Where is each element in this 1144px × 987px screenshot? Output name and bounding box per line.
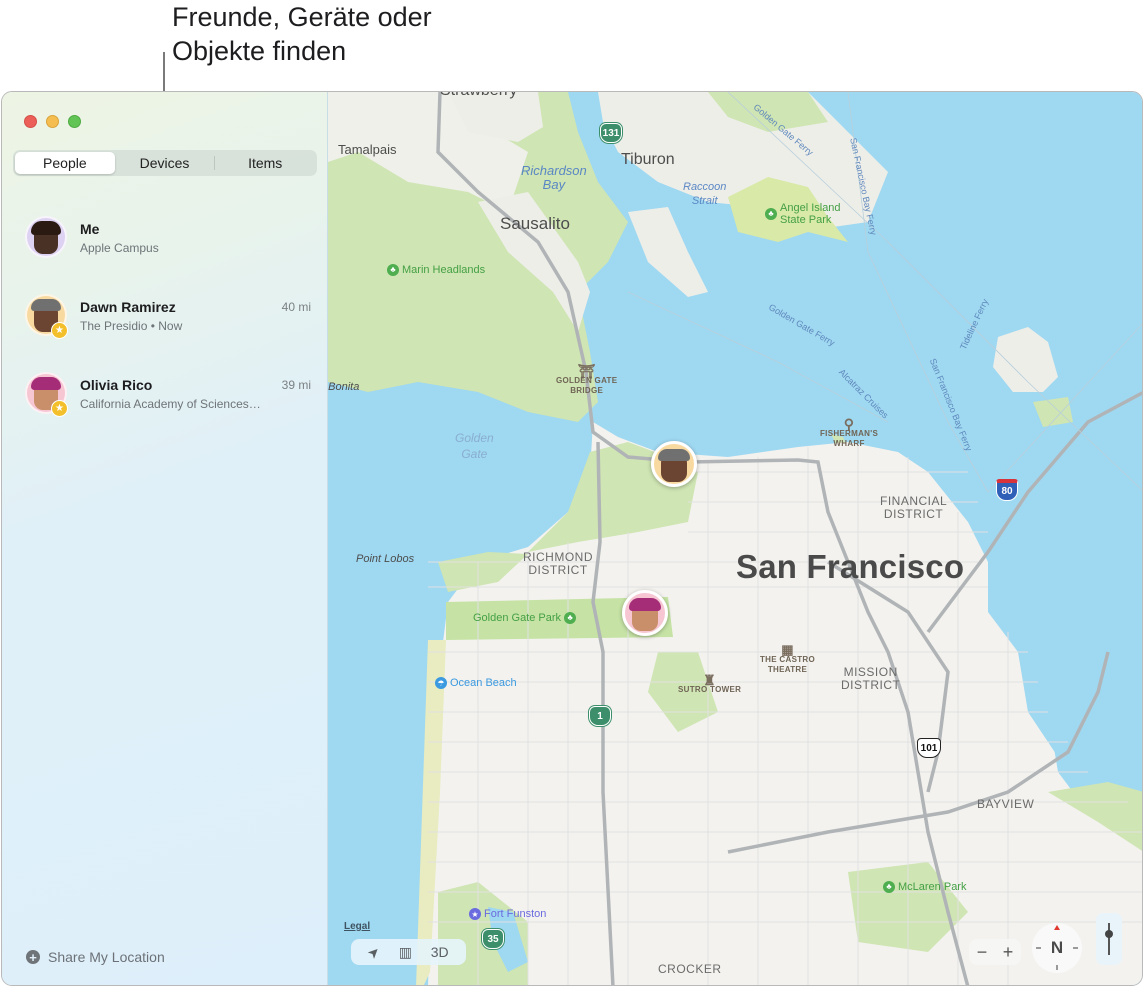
theatre-icon: ▦ xyxy=(781,642,794,657)
tab-items[interactable]: Items xyxy=(215,152,315,174)
map-label-sausalito: Sausalito xyxy=(500,214,570,233)
compass-north-label: N xyxy=(1050,938,1064,957)
compass-button[interactable]: N xyxy=(1032,923,1082,973)
3d-button[interactable]: 3D xyxy=(431,944,449,960)
map-label-tamalpais: Tamalpais xyxy=(338,142,397,157)
close-window-button[interactable] xyxy=(24,115,37,128)
compass-tick xyxy=(1073,947,1078,949)
map-label-mclaren-park: ♣ McLaren Park xyxy=(883,881,966,893)
bridge-icon: ⛩ xyxy=(577,363,596,379)
map-label-point-lobos: Point Lobos xyxy=(356,553,415,565)
person-location: Apple Campus xyxy=(80,241,159,255)
tower-icon: ♜ xyxy=(703,672,716,688)
map-pin-dawn-ramirez[interactable] xyxy=(651,441,697,487)
map-pin-olivia-rico[interactable] xyxy=(622,590,668,636)
person-row-me[interactable]: Me Apple Campus xyxy=(2,204,328,282)
person-distance: 39 mi xyxy=(281,378,311,392)
map-label-fishermans-wharf: ⚲ FISHERMAN'S WHARF xyxy=(820,416,879,448)
map-label-fort-funston: ★ Fort Funston xyxy=(469,908,546,920)
minimize-window-button[interactable] xyxy=(46,115,59,128)
treasure-island xyxy=(993,327,1058,392)
map-label-richardson-bay: Richardson Bay xyxy=(521,163,587,192)
zoom-out-button[interactable]: − xyxy=(977,942,988,963)
map-label-bayview: BAYVIEW xyxy=(977,797,1035,811)
sf-land xyxy=(428,422,1142,985)
map-label-golden-gate-park: Golden Gate Park ♣ xyxy=(473,612,577,624)
compass-tick xyxy=(1036,947,1041,949)
map-label-tiburon: Tiburon xyxy=(621,151,675,168)
memoji-me-avatar xyxy=(25,216,67,258)
us-route-shield-101: 101 xyxy=(917,738,941,758)
favorite-star-icon: ★ xyxy=(51,400,68,417)
tab-devices[interactable]: Devices xyxy=(115,152,215,174)
share-my-location-button[interactable]: + Share My Location xyxy=(26,949,165,965)
map-base-layer xyxy=(328,92,1142,985)
favorite-star-icon: ★ xyxy=(51,322,68,339)
person-name: Me xyxy=(80,221,100,237)
park-icon: ♣ xyxy=(564,612,577,624)
map-label-strawberry: Strawberry xyxy=(440,92,517,100)
highway-shield-1: 1 xyxy=(589,706,611,726)
legal-link[interactable]: Legal xyxy=(344,921,370,932)
tilt-slider-track xyxy=(1108,923,1110,955)
map-label-golden-gate-bridge: ⛩ GOLDEN GATE BRIDGE xyxy=(556,363,618,395)
map-view[interactable]: Strawberry Tamalpais Richardson Bay Tibu… xyxy=(328,92,1142,985)
sidebar: People Devices Items Me Apple Campus ★ D… xyxy=(2,92,328,985)
tilt-slider[interactable] xyxy=(1096,913,1122,965)
person-name: Dawn Ramirez xyxy=(80,299,176,315)
park-icon: ♣ xyxy=(765,208,777,220)
people-list: Me Apple Campus ★ Dawn Ramirez The Presi… xyxy=(2,204,328,438)
person-row-olivia-rico[interactable]: ★ Olivia Rico California Academy of Scie… xyxy=(2,360,328,438)
highway-shield-131: 131 xyxy=(600,123,622,143)
map-icon[interactable]: ▥ xyxy=(399,944,412,961)
map-label-sutro-tower: ♜ SUTRO TOWER xyxy=(678,672,742,694)
yerba-buena xyxy=(1033,397,1073,427)
map-label-golden-gate: Golden Gate xyxy=(455,431,494,461)
highway-shield-35: 35 xyxy=(482,929,504,949)
map-label-ocean-beach: ☂ Ocean Beach xyxy=(435,677,517,689)
map-label-financial-district: FINANCIAL DISTRICT xyxy=(880,494,948,521)
park-icon: ♣ xyxy=(387,264,399,276)
location-arrow-icon[interactable]: ➤ xyxy=(364,942,384,962)
tiburon-peninsula xyxy=(628,207,708,297)
map-label-castro-theatre: ▦ THE CASTRO THEATRE xyxy=(760,642,815,674)
map-label-mission-district: MISSION DISTRICT xyxy=(841,665,901,692)
category-tabs: People Devices Items xyxy=(13,150,317,176)
landmark-icon: ⚲ xyxy=(843,416,855,432)
person-row-dawn-ramirez[interactable]: ★ Dawn Ramirez The Presidio • Now 40 mi xyxy=(2,282,328,360)
beach-icon: ☂ xyxy=(435,677,447,689)
compass-tick xyxy=(1056,965,1058,970)
interstate-shield-80: 80 xyxy=(996,479,1018,501)
map-label-point-bonita: Point Bonita xyxy=(328,381,360,393)
plus-circle-icon: + xyxy=(26,950,40,964)
map-label-marin-headlands: ♣ Marin Headlands xyxy=(387,264,485,276)
person-location: California Academy of Sciences… xyxy=(80,397,261,411)
zoom-window-button[interactable] xyxy=(68,115,81,128)
map-label-angel-island: ♣ Angel Island State Park xyxy=(765,202,841,226)
tab-people[interactable]: People xyxy=(15,152,115,174)
map-label-richmond-district: RICHMOND DISTRICT xyxy=(523,550,593,577)
find-my-window: People Devices Items Me Apple Campus ★ D… xyxy=(1,91,1143,986)
park-icon: ♣ xyxy=(883,881,895,893)
map-label-crocker: CROCKER xyxy=(658,962,722,976)
person-name: Olivia Rico xyxy=(80,377,153,393)
zoom-controls: − + xyxy=(969,939,1021,965)
star-poi-icon: ★ xyxy=(469,908,481,920)
callout-annotation: Freunde, Geräte oder Objekte finden xyxy=(172,2,432,66)
map-label-raccoon-strait: Raccoon Strait xyxy=(683,181,727,207)
person-distance: 40 mi xyxy=(281,300,311,314)
map-label-san-francisco: San Francisco xyxy=(736,548,965,585)
zoom-in-button[interactable]: + xyxy=(1003,942,1014,963)
tilt-slider-knob[interactable] xyxy=(1105,930,1113,938)
north-arrow-icon xyxy=(1054,925,1060,930)
map-controls: ➤ ▥ 3D xyxy=(351,939,466,965)
person-location: The Presidio • Now xyxy=(80,319,183,333)
share-my-location-label: Share My Location xyxy=(48,949,165,965)
